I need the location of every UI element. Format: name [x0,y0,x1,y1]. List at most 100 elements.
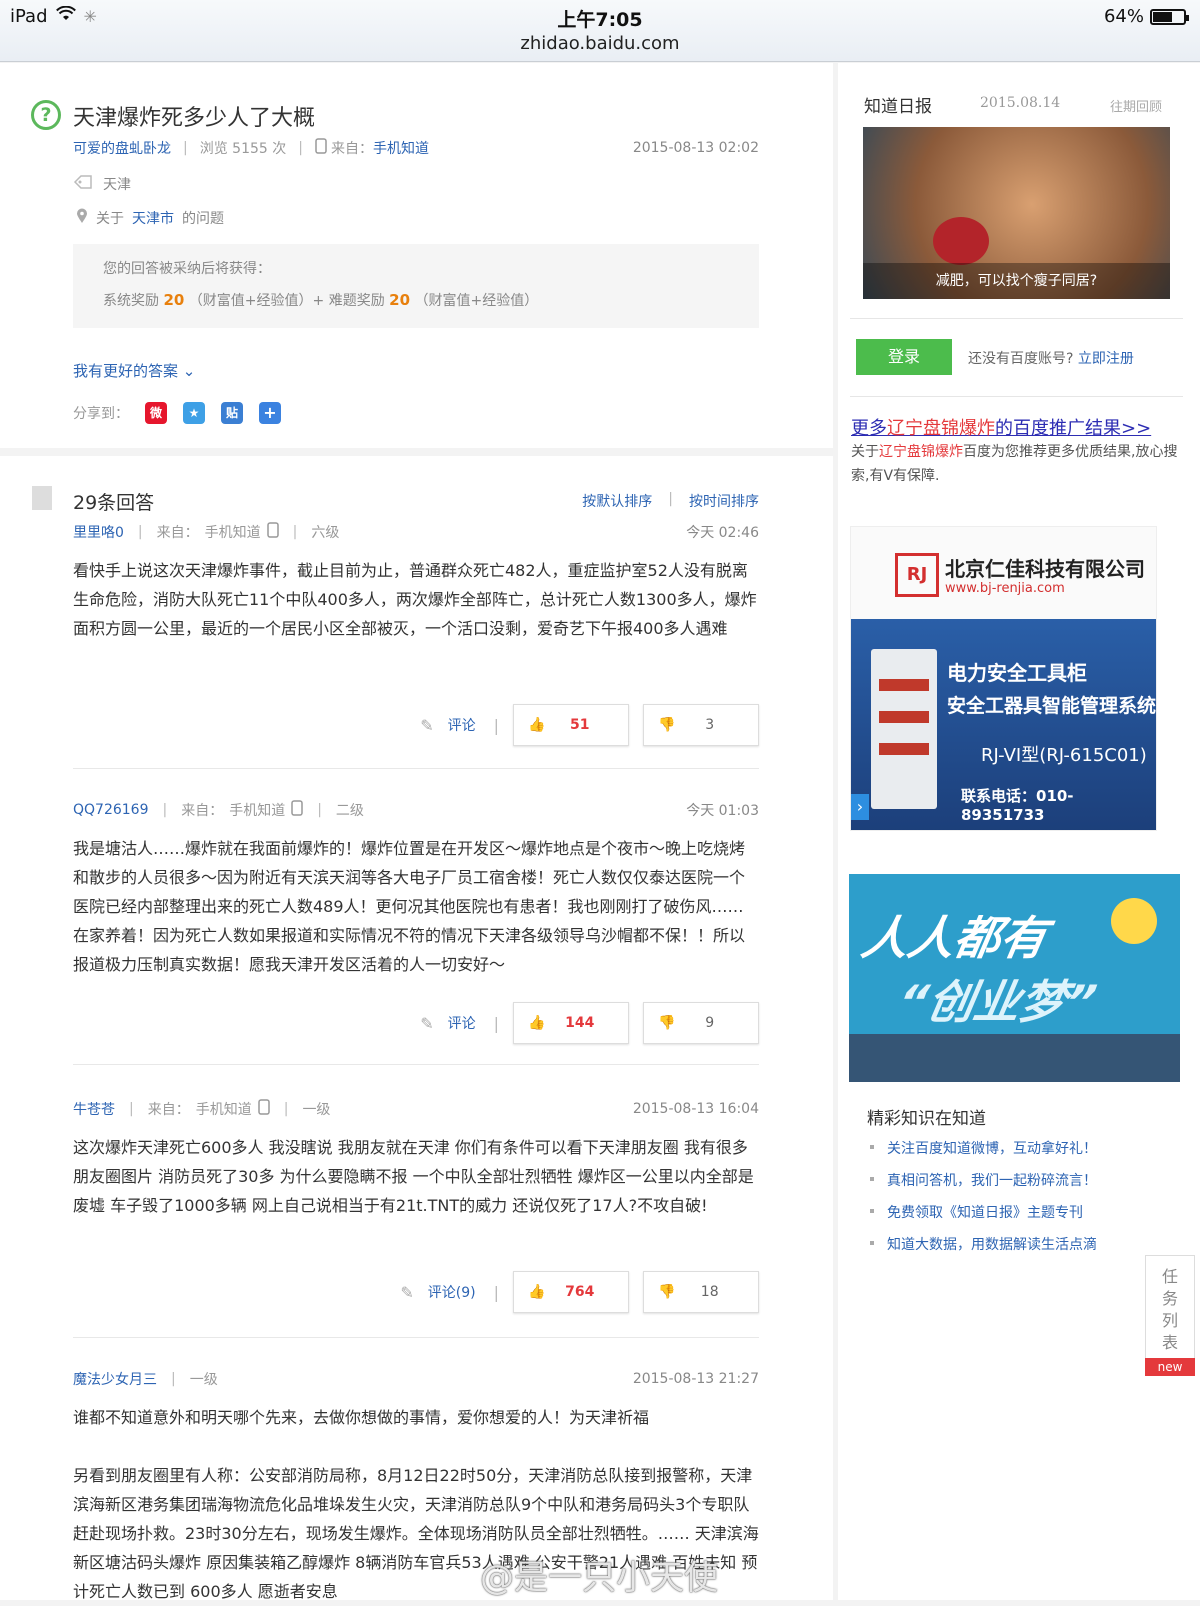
better-answer-label: 我有更好的答案 [73,362,179,380]
ad-line-3: RJ-VI型(RJ-615C01) [981,745,1147,766]
sidebar-divider [850,396,1183,397]
strawberry-shape [933,217,989,265]
sort-default-link[interactable]: 按默认排序 [582,491,652,511]
chevron-right-icon[interactable]: › [851,794,869,820]
watermark-text: @是一只小天使 [480,1558,718,1598]
downvote-button[interactable]: 👎 9 [643,1002,759,1044]
answer-body: 看快手上说这次天津爆炸事件，截止目前为止，普通群众死亡482人，重症监护室52人… [73,561,757,638]
share-row: 分享到： 微 ★ 贴 + [73,402,281,424]
task-list-button[interactable]: 任务列表 [1145,1255,1195,1375]
knowledge-item[interactable]: 知道大数据，用数据解读生活点滴 [870,1234,1097,1266]
answer-user[interactable]: QQ726169 [73,802,148,818]
promo-title-post: 的百度推广结果>> [995,418,1152,439]
answer-item: 里里咯0 | 来自： 手机知道 | 六级 今天 02:46 看快手上说这次天津爆… [73,522,759,746]
register-link[interactable]: 立即注册 [1078,351,1134,367]
location-city[interactable]: 天津市 [132,208,174,228]
promo-desc-pre: 关于 [851,444,879,460]
knowledge-list: 关注百度知道微博，互动拿好礼！ 真相问答机，我们一起粉碎流言！ 免费领取《知道日… [870,1138,1097,1266]
downvote-button[interactable]: 👎 18 [643,1271,759,1313]
answer-from-label: 来自： [156,525,199,541]
comment-icon: ✎ [420,1013,434,1033]
answer-meta: QQ726169 | 来自： 手机知道 | 二级 今天 01:03 [73,800,759,820]
status-right: 64% [1104,6,1189,27]
knowledge-item[interactable]: 免费领取《知道日报》主题专刊 [870,1202,1097,1234]
ad-company-name: 北京仁佳科技有限公司 [945,557,1145,581]
meta-separator: | [137,524,143,540]
upvote-button[interactable]: 👍 144 [513,1002,629,1044]
comment-link[interactable]: 评论(9) [428,1282,476,1302]
answer-level: 一级 [189,1372,218,1388]
thumb-down-icon: 👎 [658,1284,676,1300]
answer-level: 一级 [302,1102,331,1118]
qzone-icon[interactable]: ★ [183,402,205,424]
tag-label[interactable]: 天津 [103,174,131,194]
phone-icon [257,1099,270,1119]
question-from-value[interactable]: 手机知道 [373,138,429,158]
sort-time-link[interactable]: 按时间排序 [689,491,759,511]
answer-body: 这次爆炸天津死亡600多人 我没瞎说 我朋友就在天津 你们有条件可以看下天津朋友… [73,1138,754,1215]
task-list-label: 任务列表 [1162,1267,1179,1352]
chevron-down-icon: ⌄ [182,362,196,380]
battery-icon [1150,8,1189,25]
ad-line-4: 联系电话：010-89351733 [961,787,1074,824]
action-separator: | [493,1282,499,1302]
daily-caption: 减肥，可以找个瘦子同居? [863,263,1170,299]
comment-link[interactable]: 评论 [448,1013,476,1033]
better-answer-link[interactable]: 我有更好的答案 ⌄ [73,360,195,381]
knowledge-item[interactable]: 关注百度知道微博，互动拿好礼！ [870,1138,1097,1170]
reward-intro: 您的回答被采纳后将获得： [103,261,271,277]
ad-banner-startup[interactable]: 人人都有 “创业梦” [849,874,1180,1082]
meta-separator: | [317,802,322,818]
ad-banner-renjia[interactable]: RJ 北京仁佳科技有限公司 www.bj-renjia.com 电力安全工具柜 … [850,526,1157,831]
answer-level: 二级 [335,803,364,819]
reward-sys-unit: （财富值+经验值）+ 难题奖励 [188,293,385,309]
lightbulb-icon [1111,898,1157,944]
question-date: 2015-08-13 02:02 [632,140,759,156]
knowledge-item[interactable]: 真相问答机，我们一起粉碎流言！ [870,1170,1097,1202]
no-account-text: 还没有百度账号? [968,351,1074,367]
downvote-count: 18 [700,1284,719,1300]
login-button[interactable]: 登录 [856,339,952,375]
cabinet-shelf [879,743,929,755]
answer-from-value: 手机知道 [204,525,261,541]
more-share-icon[interactable]: + [259,402,281,424]
question-author[interactable]: 可爱的盘虬卧龙 [73,138,171,158]
cabinet-illustration [871,649,937,809]
register-prompt: 还没有百度账号? 立即注册 [968,348,1134,368]
upvote-count: 51 [569,717,590,733]
daily-title: 知道日报 [864,97,932,117]
answer-user[interactable]: 里里咯0 [73,522,124,542]
renjia-logo: RJ [895,553,939,597]
meta-separator: | [129,1101,134,1117]
location-prefix: 关于 [96,211,124,227]
ad-company-url: www.bj-renjia.com [945,581,1065,596]
answer-user[interactable]: 魔法少女月三 [73,1369,157,1389]
question-from-label: 来自： [330,141,373,157]
address-bar-url[interactable]: zhidao.baidu.com [0,33,1200,54]
answer-user[interactable]: 牛苍苍 [73,1099,115,1119]
answer-date: 2015-08-13 21:27 [632,1371,759,1387]
answer-actions: ✎ 评论(9) | 👍 764 👎 18 [400,1271,759,1313]
answers-count: 29条回答 [73,492,155,514]
daily-past-link[interactable]: 往期回顾 [1110,96,1162,115]
tag-icon [73,174,93,194]
upvote-button[interactable]: 👍 51 [513,704,629,746]
comment-link[interactable]: 评论 [448,715,476,735]
promo-desc-keyword: 辽宁盘锦爆炸 [879,444,963,460]
meta-separator: | [283,1101,289,1117]
weibo-icon[interactable]: 微 [145,402,167,424]
reward-hard-value: 20 [389,291,411,309]
answer-divider [73,1337,759,1338]
upvote-count: 144 [565,1015,595,1031]
daily-feature-image[interactable]: 减肥，可以找个瘦子同居? [863,127,1170,299]
battery-level [1153,11,1173,22]
tieba-icon[interactable]: 贴 [221,402,243,424]
promo-description: 关于辽宁盘锦爆炸百度为您推荐更多优质结果,放心搜索,有V有保障. [851,440,1181,488]
downvote-button[interactable]: 👎 3 [643,704,759,746]
meta-separator: | [162,802,168,818]
answer-date: 今天 02:46 [686,525,759,541]
downvote-count: 3 [705,717,715,733]
promo-title-link[interactable]: 更多辽宁盘锦爆炸的百度推广结果>> [851,414,1151,440]
answer-meta: 魔法少女月三 | 一级 2015-08-13 21:27 [73,1369,759,1389]
upvote-button[interactable]: 👍 764 [513,1271,629,1313]
